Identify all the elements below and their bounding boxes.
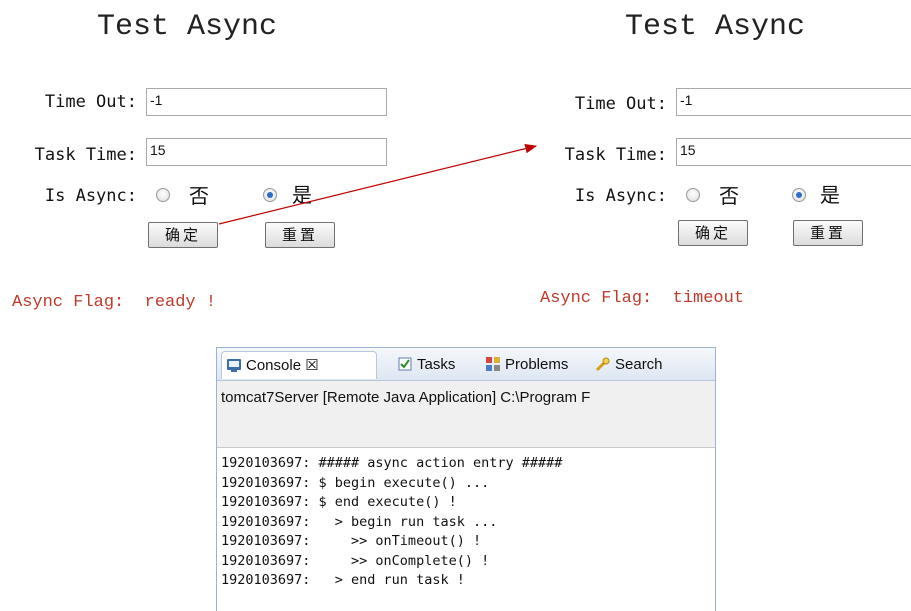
console-line: 1920103697: >> onComplete() ! xyxy=(221,552,490,569)
problems-icon xyxy=(485,354,501,371)
console-description: tomcat7Server [Remote Java Application] … xyxy=(221,389,591,406)
tab-tasks[interactable]: Tasks xyxy=(397,351,455,379)
console-line: 1920103697: >> onTimeout() ! xyxy=(221,533,482,549)
tasks-icon xyxy=(397,354,413,371)
tab-tasks-label: Tasks xyxy=(417,356,456,373)
console-line: 1920103697: > end run task ! xyxy=(221,572,465,588)
console-icon xyxy=(226,355,242,372)
console-view: Console ☒ Tasks Problems Search tomcat7S… xyxy=(216,347,716,611)
tab-problems-label: Problems xyxy=(505,356,569,373)
tab-console[interactable]: Console ☒ xyxy=(221,351,377,379)
console-line: 1920103697: $ begin execute() ... xyxy=(221,474,490,491)
tab-search[interactable]: Search xyxy=(595,351,663,379)
tab-console-label: Console ☒ xyxy=(246,357,319,374)
console-output[interactable]: 1920103697: ##### async action entry ###… xyxy=(221,454,562,591)
tab-problems[interactable]: Problems xyxy=(485,351,568,379)
console-tab-bar: Console ☒ Tasks Problems Search xyxy=(217,348,715,381)
tab-search-label: Search xyxy=(615,356,663,373)
console-description-bar: tomcat7Server [Remote Java Application] … xyxy=(217,381,715,448)
console-line: 1920103697: > begin run task ... xyxy=(221,513,498,530)
search-icon xyxy=(595,354,611,372)
console-line: 1920103697: $ end execute() ! xyxy=(221,494,457,510)
console-line: 1920103697: ##### async action entry ###… xyxy=(221,455,563,471)
